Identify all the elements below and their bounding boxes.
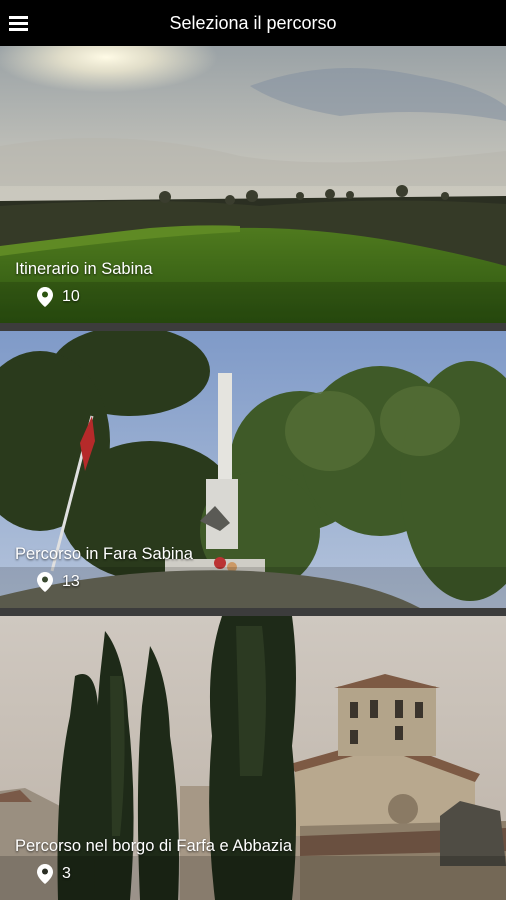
page-title: Seleziona il percorso: [169, 12, 337, 33]
card-divider: [0, 608, 506, 616]
route-card-sabina[interactable]: Itinerario in Sabina 10: [0, 46, 506, 323]
location-pin-icon: [37, 572, 53, 592]
location-pin-icon: [37, 864, 53, 884]
route-card-fara-sabina[interactable]: Percorso in Fara Sabina 13: [0, 331, 506, 608]
app-bar: Seleziona il percorso: [0, 0, 506, 46]
hamburger-menu-icon[interactable]: [9, 12, 29, 34]
route-title: Itinerario in Sabina: [15, 260, 153, 278]
point-count: 3: [62, 865, 71, 882]
route-title: Percorso nel borgo di Farfa e Abbazia: [15, 837, 292, 855]
card-divider: [0, 323, 506, 331]
route-card-farfa[interactable]: Percorso nel borgo di Farfa e Abbazia 3: [0, 616, 506, 900]
route-title: Percorso in Fara Sabina: [15, 545, 193, 563]
point-count: 13: [62, 573, 80, 590]
location-pin-icon: [37, 287, 53, 307]
point-count: 10: [62, 288, 80, 305]
